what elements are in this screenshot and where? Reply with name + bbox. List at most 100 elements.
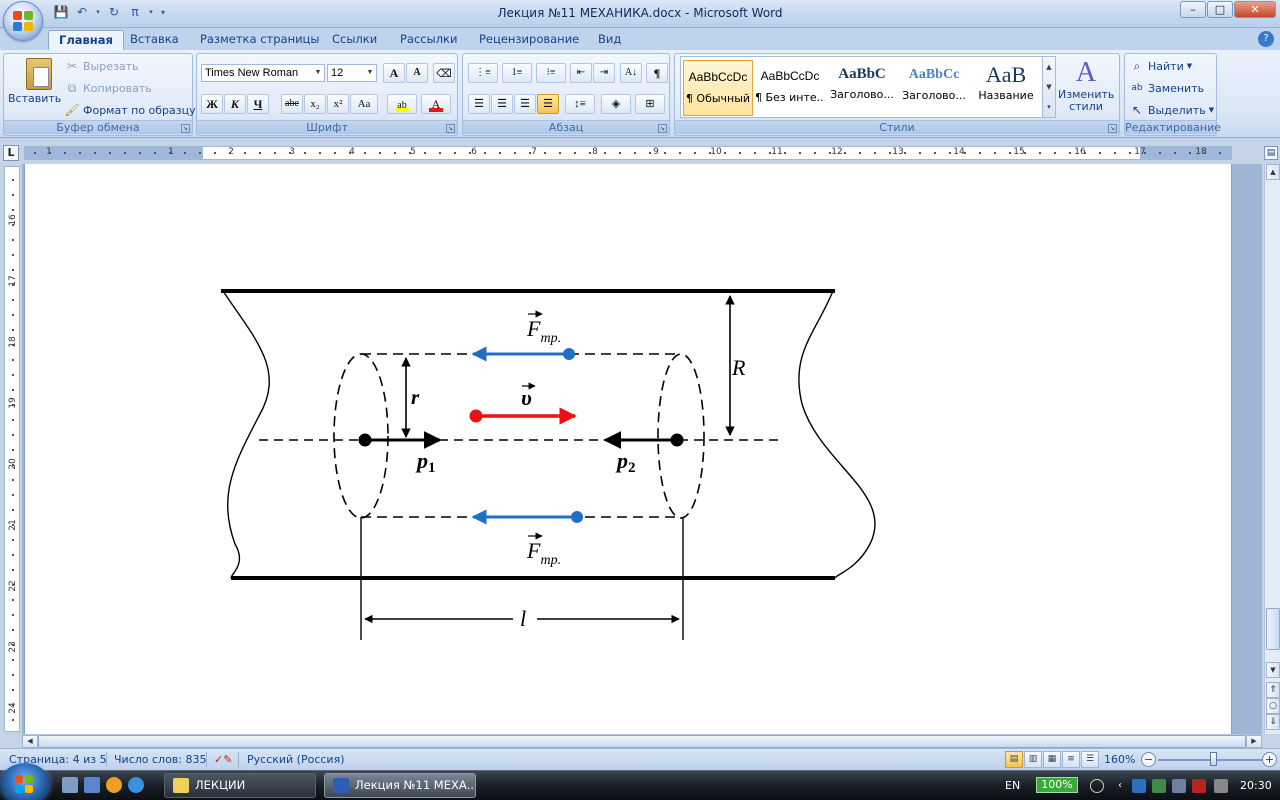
outline-view-icon[interactable]: ≡ bbox=[1062, 751, 1080, 768]
proofing-icon[interactable]: ✓✎ bbox=[214, 753, 232, 766]
tab-selector[interactable]: L bbox=[3, 145, 19, 161]
browse-object-button[interactable]: ○ bbox=[1266, 698, 1280, 714]
clear-formatting-button[interactable]: ⌫ bbox=[433, 63, 455, 83]
replace-button[interactable]: ab Заменить bbox=[1129, 80, 1204, 96]
taskbar-word-button[interactable]: Лекция №11 МЕХА... bbox=[324, 773, 476, 798]
scroll-down-button[interactable]: ▼ bbox=[1266, 662, 1280, 678]
media-player-icon[interactable] bbox=[106, 777, 122, 793]
tab-references[interactable]: Ссылки bbox=[322, 30, 387, 50]
paragraph-launcher-icon[interactable]: ↘ bbox=[658, 124, 667, 133]
horizontal-ruler[interactable]: 1123456789101112131415161718 bbox=[24, 146, 1232, 160]
font-size-combo[interactable]: 12 ▼ bbox=[327, 64, 377, 82]
next-page-button[interactable]: ⇓ bbox=[1266, 714, 1280, 730]
taskbar-folder-button[interactable]: ЛЕКЦИИ bbox=[164, 773, 316, 798]
office-button[interactable] bbox=[3, 1, 43, 41]
bullets-button[interactable]: ⋮≡ bbox=[468, 63, 498, 83]
battery-indicator[interactable]: 100% bbox=[1036, 777, 1078, 793]
clock[interactable]: 20:30 bbox=[1240, 771, 1272, 800]
line-spacing-button[interactable]: ↕≡ bbox=[565, 94, 595, 114]
zoom-out-button[interactable]: − bbox=[1141, 752, 1156, 767]
find-button[interactable]: ⌕ Найти ▼ bbox=[1129, 58, 1192, 74]
grow-font-button[interactable]: A bbox=[383, 63, 405, 83]
tray-app-icon[interactable] bbox=[1152, 779, 1166, 793]
gallery-more-icon[interactable]: ▾ bbox=[1043, 97, 1055, 117]
superscript-button[interactable]: x² bbox=[327, 94, 349, 114]
align-center-button[interactable]: ☰ bbox=[491, 94, 513, 114]
zoom-level[interactable]: 160% bbox=[1104, 753, 1135, 766]
select-button[interactable]: ↖ Выделить ▼ bbox=[1129, 102, 1214, 118]
tab-review[interactable]: Рецензирование bbox=[469, 30, 589, 50]
align-right-button[interactable]: ☰ bbox=[514, 94, 536, 114]
zoom-in-button[interactable]: + bbox=[1262, 752, 1277, 767]
font-color-button[interactable]: A bbox=[421, 94, 451, 114]
horizontal-scroll-thumb[interactable] bbox=[38, 735, 1246, 748]
style-no-spacing[interactable]: AaBbCcDc ¶ Без инте... bbox=[755, 60, 825, 116]
internet-explorer-icon[interactable] bbox=[128, 777, 144, 793]
paste-button[interactable]: Вставить bbox=[8, 58, 61, 105]
scroll-right-button[interactable]: ▶ bbox=[1246, 735, 1262, 748]
copy-button[interactable]: ⧉ Копировать bbox=[64, 80, 152, 96]
ruler-toggle-icon[interactable]: ▤ bbox=[1264, 146, 1278, 160]
vertical-ruler[interactable]: 161718192021222324 bbox=[4, 166, 20, 732]
scroll-left-button[interactable]: ◀ bbox=[22, 735, 38, 748]
word-count[interactable]: Число слов: 835 bbox=[114, 753, 207, 766]
justify-button[interactable]: ☰ bbox=[537, 94, 559, 114]
shading-button[interactable]: ◈ bbox=[601, 94, 631, 114]
styles-gallery-scroll[interactable]: ▲ ▼ ▾ bbox=[1042, 56, 1056, 118]
style-normal[interactable]: AaBbCcDc ¶ Обычный bbox=[683, 60, 753, 116]
language-indicator[interactable]: Русский (Россия) bbox=[247, 753, 345, 766]
tray-security-icon[interactable] bbox=[1192, 779, 1206, 793]
print-layout-view-icon[interactable]: ▤ bbox=[1005, 751, 1023, 768]
change-styles-button[interactable]: A Изменить стили bbox=[1058, 58, 1114, 113]
draft-view-icon[interactable]: ☰ bbox=[1081, 751, 1099, 768]
poiseuille-diagram[interactable]: R r Fтр. υ p1 p2 Fтр. l bbox=[25, 164, 1233, 734]
font-launcher-icon[interactable]: ↘ bbox=[446, 124, 455, 133]
style-heading-1[interactable]: AaBbC Заголово... bbox=[827, 60, 897, 116]
zoom-slider-thumb[interactable] bbox=[1210, 752, 1217, 766]
format-painter-button[interactable]: 🖌 Формат по образцу bbox=[64, 102, 195, 118]
underline-button[interactable]: Ч bbox=[247, 94, 269, 114]
increase-indent-button[interactable]: ⇥ bbox=[593, 63, 615, 83]
tab-mailings[interactable]: Рассылки bbox=[390, 30, 467, 50]
tab-insert[interactable]: Вставка bbox=[120, 30, 189, 50]
tray-volume-icon[interactable] bbox=[1214, 779, 1228, 793]
tab-home[interactable]: Главная bbox=[48, 30, 124, 50]
language-bar[interactable]: EN bbox=[1005, 771, 1020, 800]
help-icon[interactable]: ? bbox=[1258, 31, 1274, 47]
tab-page-layout[interactable]: Разметка страницы bbox=[190, 30, 329, 50]
vertical-scroll-thumb[interactable] bbox=[1266, 608, 1280, 650]
multilevel-list-button[interactable]: ⁝≡ bbox=[536, 63, 566, 83]
sort-button[interactable]: A↓ bbox=[620, 63, 642, 83]
minimize-button[interactable]: – bbox=[1180, 1, 1206, 18]
show-desktop-icon[interactable] bbox=[62, 777, 78, 793]
tab-view[interactable]: Вид bbox=[588, 30, 631, 50]
styles-launcher-icon[interactable]: ↘ bbox=[1108, 124, 1117, 133]
subscript-button[interactable]: x₂ bbox=[304, 94, 326, 114]
tray-sync-icon[interactable] bbox=[1090, 779, 1104, 793]
numbering-button[interactable]: 1≡ bbox=[502, 63, 532, 83]
italic-button[interactable]: К bbox=[224, 94, 246, 114]
maximize-button[interactable]: □ bbox=[1207, 1, 1233, 18]
borders-button[interactable]: ⊞ bbox=[635, 94, 665, 114]
shrink-font-button[interactable]: A bbox=[406, 63, 428, 83]
document-page[interactable]: R r Fтр. υ p1 p2 Fтр. l bbox=[24, 164, 1232, 734]
horizontal-scrollbar[interactable]: ◀ ▶ bbox=[22, 734, 1262, 748]
gallery-up-icon[interactable]: ▲ bbox=[1043, 57, 1055, 77]
style-heading-2[interactable]: AaBbCc Заголово... bbox=[899, 60, 969, 116]
web-layout-icon[interactable]: ▦ bbox=[1043, 751, 1061, 768]
decrease-indent-button[interactable]: ⇤ bbox=[570, 63, 592, 83]
clipboard-launcher-icon[interactable]: ↘ bbox=[181, 124, 190, 133]
start-button[interactable] bbox=[0, 763, 50, 800]
show-marks-button[interactable]: ¶ bbox=[646, 63, 668, 83]
vertical-scrollbar[interactable]: ▲ ▼ ⇑ ○ ⇓ bbox=[1264, 164, 1280, 734]
style-title[interactable]: AaB Название bbox=[971, 60, 1041, 116]
highlight-button[interactable]: ab bbox=[387, 94, 417, 114]
close-button[interactable]: ✕ bbox=[1234, 1, 1276, 18]
change-case-button[interactable]: Aa bbox=[350, 94, 378, 114]
switch-windows-icon[interactable] bbox=[84, 777, 100, 793]
strikethrough-button[interactable]: abe bbox=[281, 94, 303, 114]
tray-expand-icon[interactable]: ‹ bbox=[1118, 771, 1122, 800]
scroll-up-button[interactable]: ▲ bbox=[1266, 164, 1280, 180]
cut-button[interactable]: ✂ Вырезать bbox=[64, 58, 139, 74]
align-left-button[interactable]: ☰ bbox=[468, 94, 490, 114]
